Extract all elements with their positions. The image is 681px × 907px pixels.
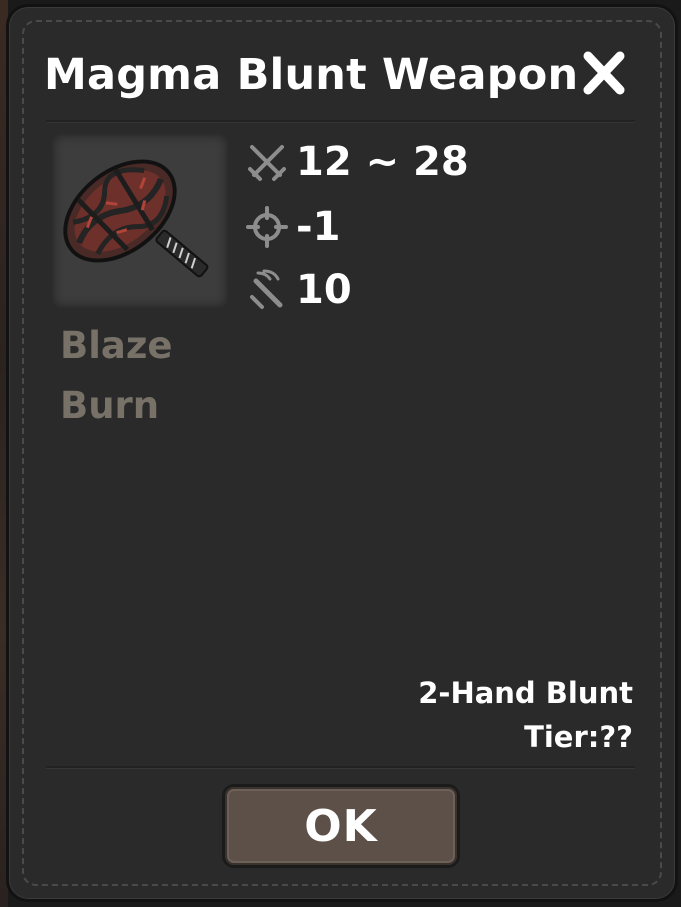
trait-burn: Burn <box>60 384 160 427</box>
stat-damage: 12 ~ 28 <box>246 137 469 187</box>
crosshair-icon <box>246 206 288 248</box>
damage-value: 12 ~ 28 <box>296 139 469 185</box>
stat-accuracy: -1 <box>246 202 340 252</box>
ok-button[interactable]: OK <box>222 784 460 868</box>
ok-button-label: OK <box>304 800 378 852</box>
speed-value: 10 <box>296 267 352 313</box>
accuracy-value: -1 <box>296 204 341 250</box>
magma-hammer-icon <box>63 159 209 278</box>
trait-blaze: Blaze <box>60 324 173 367</box>
stat-speed: 10 <box>246 265 352 315</box>
crossed-swords-icon <box>248 145 286 181</box>
bottom-divider <box>46 766 635 769</box>
title-divider <box>46 120 635 123</box>
item-icon-frame <box>52 134 228 308</box>
close-button[interactable] <box>582 50 626 96</box>
sword-speed-icon <box>250 269 283 309</box>
dialog-title: Magma Blunt Weapon <box>44 50 579 100</box>
weapon-type-label: 2-Hand Blunt <box>418 676 633 710</box>
weapon-tier-label: Tier:?? <box>524 720 633 754</box>
close-x-icon <box>583 51 625 95</box>
